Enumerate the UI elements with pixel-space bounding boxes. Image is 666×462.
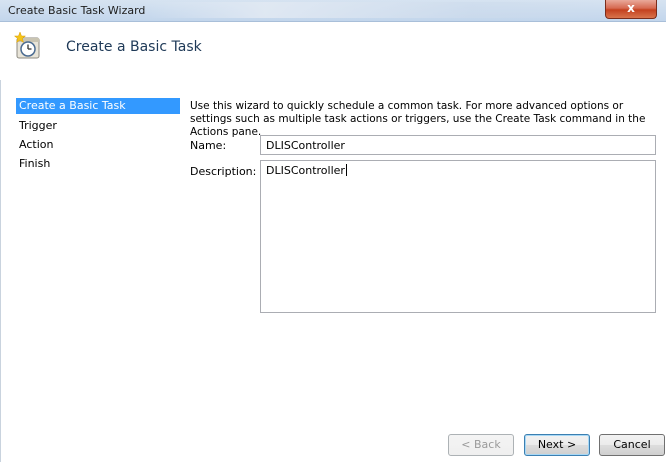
description-text: DLISController (266, 164, 345, 177)
wizard-steps: Create a Basic Task Trigger Action Finis… (16, 98, 180, 428)
description-input[interactable]: DLISController (260, 160, 656, 313)
text-caret (345, 164, 347, 176)
step-trigger[interactable]: Trigger (16, 118, 180, 134)
step-action[interactable]: Action (16, 137, 180, 153)
name-input[interactable]: DLISController (260, 135, 656, 155)
wizard-header: Create a Basic Task (0, 22, 666, 80)
title-bar[interactable]: Create Basic Task Wizard x (0, 0, 666, 22)
title-bar-glass (150, 2, 610, 18)
intro-text: Use this wizard to quickly schedule a co… (190, 100, 646, 138)
step-create-basic-task[interactable]: Create a Basic Task (16, 98, 180, 114)
next-button[interactable]: Next > (524, 434, 590, 456)
back-button[interactable]: < Back (448, 434, 514, 456)
close-button[interactable]: x (605, 0, 657, 19)
step-finish[interactable]: Finish (16, 156, 180, 172)
task-clock-icon (13, 31, 42, 60)
page-title: Create a Basic Task (66, 39, 202, 55)
name-label: Name: (190, 139, 227, 152)
cancel-button[interactable]: Cancel (599, 434, 665, 456)
window-left-border (0, 80, 1, 462)
description-label: Description: (190, 165, 257, 178)
window-title: Create Basic Task Wizard (8, 4, 146, 17)
